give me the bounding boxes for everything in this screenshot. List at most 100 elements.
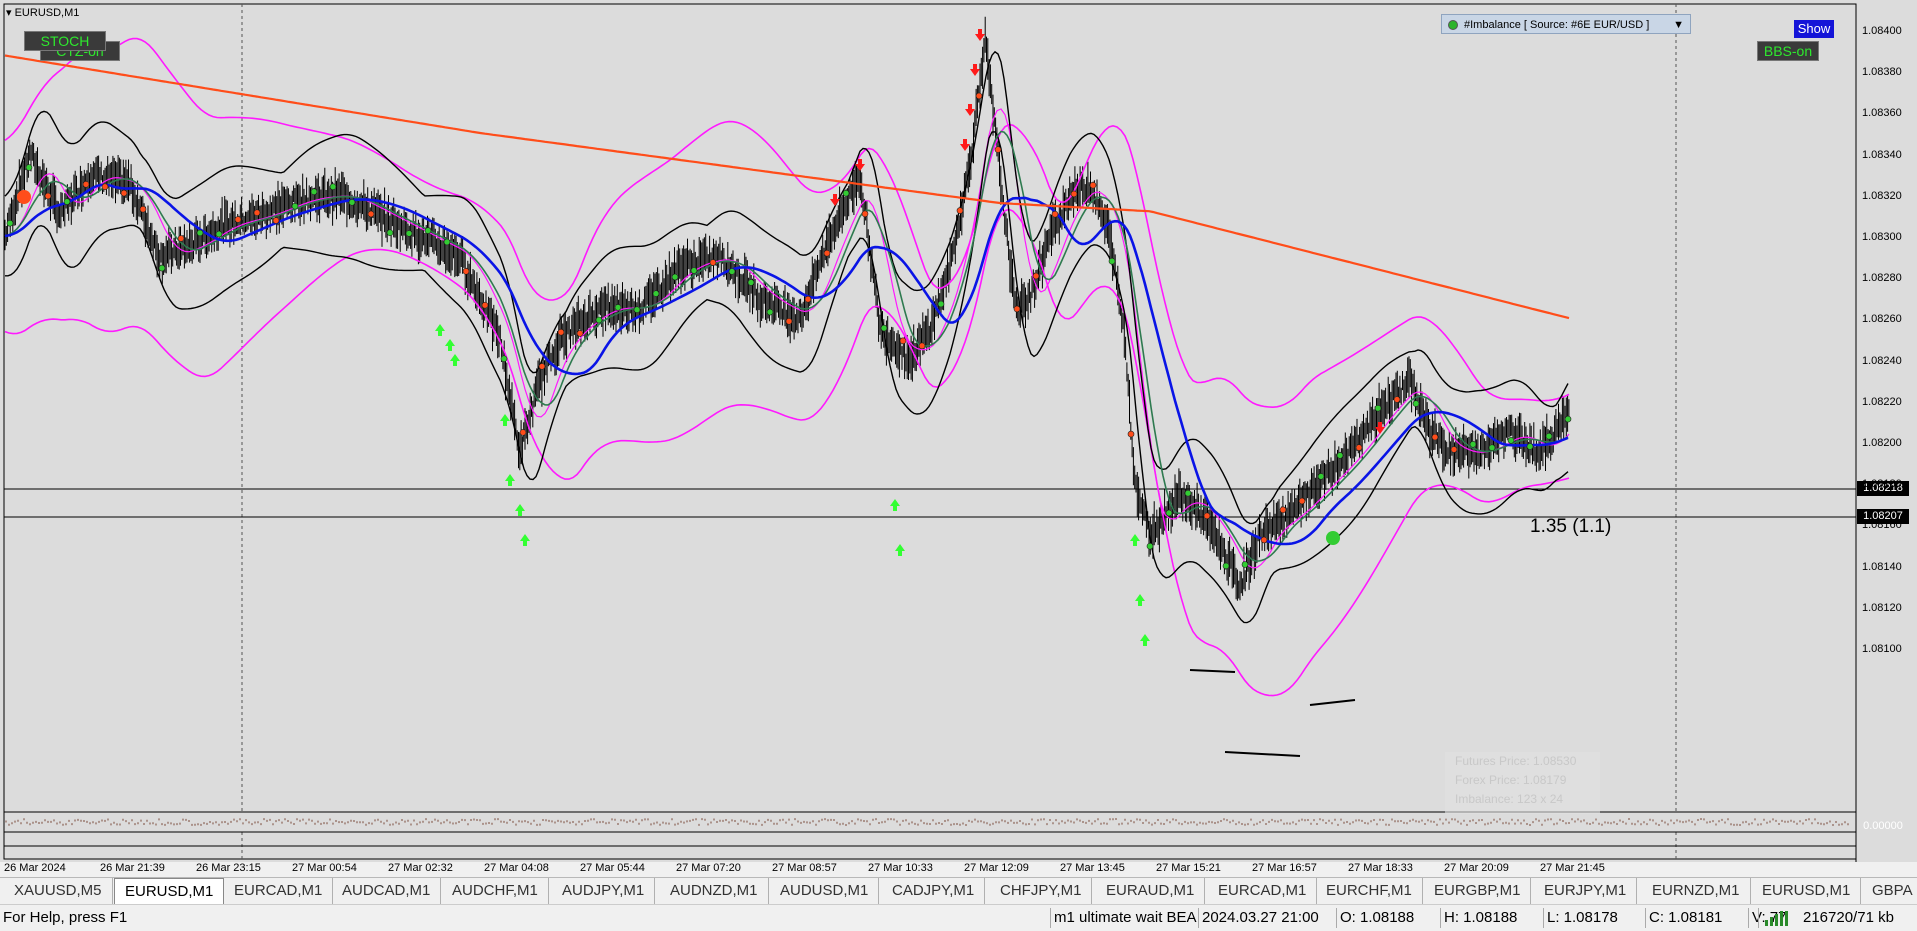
chart-area[interactable]: ▾ EURUSD,M1 CTZ-on STOCH #Imbalance [ So… bbox=[0, 0, 1917, 874]
symbol-tab[interactable]: EURUSD,M1 bbox=[114, 878, 225, 905]
price-axis-label: 1.08220 bbox=[1862, 395, 1902, 408]
signal-dot bbox=[1203, 512, 1211, 520]
signal-dot bbox=[1564, 415, 1572, 423]
symbol-tab[interactable]: GBPA bbox=[1862, 878, 1917, 904]
signal-dot bbox=[804, 295, 812, 303]
symbol-tab[interactable]: CADJPY,M1 bbox=[882, 878, 986, 904]
symbol-tab[interactable]: EURGBP,M1 bbox=[1424, 878, 1532, 904]
price-bars bbox=[4, 16, 1570, 601]
signal-dot bbox=[975, 92, 983, 100]
time-axis-label: 27 Mar 00:54 bbox=[292, 862, 357, 874]
time-axis-label: 27 Mar 20:09 bbox=[1444, 862, 1509, 874]
symbol-tab[interactable]: XAUUSD,M5 bbox=[4, 878, 113, 904]
symbol-label: ▾ EURUSD,M1 bbox=[6, 7, 80, 19]
buy-arrow-icon bbox=[515, 504, 525, 516]
signal-dot bbox=[158, 264, 166, 272]
signal-dot bbox=[823, 249, 831, 257]
signal-dot bbox=[785, 317, 793, 325]
signal-dot bbox=[937, 300, 945, 308]
symbol-tab[interactable]: AUDUSD,M1 bbox=[770, 878, 880, 904]
signal-dot bbox=[139, 205, 147, 213]
signal-dot bbox=[671, 273, 679, 281]
inner-band-lower bbox=[5, 131, 1569, 624]
signal-dot bbox=[1013, 305, 1021, 313]
bbs-button[interactable]: BBS-on bbox=[1757, 41, 1819, 61]
sell-arrow-icon bbox=[960, 139, 970, 151]
signal-dot bbox=[614, 304, 622, 311]
signal-dot bbox=[1241, 561, 1249, 568]
signal-dot bbox=[538, 363, 546, 370]
buy-arrow-icon bbox=[520, 534, 530, 546]
buy-arrow-icon bbox=[1140, 634, 1150, 646]
time-axis-label: 26 Mar 21:39 bbox=[100, 862, 165, 874]
symbol-tab[interactable]: EURNZD,M1 bbox=[1642, 878, 1751, 904]
stoch-button[interactable]: STOCH bbox=[24, 31, 106, 51]
time-axis-label: 27 Mar 05:44 bbox=[580, 862, 645, 874]
symbol-tab[interactable]: AUDCAD,M1 bbox=[332, 878, 442, 904]
imbalance-dropdown[interactable]: #Imbalance [ Source: #6E EUR/USD ] ▼ bbox=[1441, 14, 1691, 34]
signal-dot bbox=[6, 219, 14, 227]
signal-dot bbox=[348, 199, 356, 206]
time-axis-label: 27 Mar 12:09 bbox=[964, 862, 1029, 874]
signal-dot bbox=[215, 230, 223, 238]
time-axis-label: 27 Mar 10:33 bbox=[868, 862, 933, 874]
signal-dot bbox=[500, 355, 508, 363]
symbol-tab[interactable]: EURUSD,M1 bbox=[1752, 878, 1862, 904]
signal-dot bbox=[690, 267, 698, 274]
signal-dot bbox=[519, 429, 527, 436]
buy-arrow-icon bbox=[890, 499, 900, 511]
signal-dot bbox=[1298, 497, 1306, 505]
buy-arrow-icon bbox=[450, 354, 460, 366]
signal-dot bbox=[310, 188, 318, 195]
signal-dot bbox=[861, 210, 869, 218]
collapse-icon[interactable]: ▾ bbox=[6, 7, 12, 19]
signal-dot bbox=[956, 207, 964, 214]
signal-dot bbox=[1127, 430, 1135, 438]
time-axis-label: 27 Mar 07:20 bbox=[676, 862, 741, 874]
symbol-tab[interactable]: AUDCHF,M1 bbox=[442, 878, 549, 904]
ratio-label: 1.35 (1.1) bbox=[1530, 516, 1612, 537]
signal-dot bbox=[291, 202, 299, 210]
time-axis-label: 27 Mar 16:57 bbox=[1252, 862, 1317, 874]
signal-dot bbox=[367, 210, 375, 218]
bollinger-middle bbox=[4, 108, 1570, 569]
symbol-tab[interactable]: EURCAD,M1 bbox=[224, 878, 334, 904]
chart-frame bbox=[3, 3, 1857, 860]
price-axis-label: 1.08240 bbox=[1862, 354, 1902, 367]
chevron-down-icon[interactable]: ▼ bbox=[1673, 15, 1684, 35]
price-axis-label: 1.08360 bbox=[1862, 107, 1902, 120]
signal-dot bbox=[1222, 562, 1230, 570]
price-axis-label: 1.08380 bbox=[1862, 66, 1902, 79]
signal-dot bbox=[177, 235, 185, 242]
price-chart[interactable] bbox=[0, 0, 1917, 862]
show-button[interactable]: Show bbox=[1794, 20, 1834, 38]
price-axis-label: 1.08300 bbox=[1862, 231, 1902, 243]
inner-band-upper bbox=[4, 50, 1569, 525]
signal-dot bbox=[120, 189, 128, 197]
signal-dot bbox=[1488, 444, 1496, 452]
sell-arrow-icon bbox=[830, 194, 840, 206]
symbol-tab[interactable]: EURJPY,M1 bbox=[1534, 878, 1638, 904]
time-axis-label: 27 Mar 04:08 bbox=[484, 862, 549, 874]
symbol-tab[interactable]: EURCHF,M1 bbox=[1316, 878, 1423, 904]
symbol-tab[interactable]: EURCAD,M1 bbox=[1208, 878, 1318, 904]
signal-dot bbox=[1260, 536, 1268, 544]
signal-dot bbox=[443, 238, 451, 246]
signal-dot bbox=[1469, 440, 1477, 448]
symbol-tab[interactable]: AUDJPY,M1 bbox=[552, 878, 656, 904]
buy-arrow-icon bbox=[895, 544, 905, 556]
signal-dot bbox=[234, 216, 242, 223]
price-axis-label: 1.08400 bbox=[1862, 25, 1902, 37]
signal-dot bbox=[766, 308, 774, 316]
symbol-tab[interactable]: AUDNZD,M1 bbox=[660, 878, 769, 904]
signal-dot bbox=[196, 229, 204, 237]
symbol-tab[interactable]: EURAUD,M1 bbox=[1096, 878, 1206, 904]
signal-dot bbox=[1393, 396, 1401, 403]
signal-dot bbox=[899, 337, 907, 345]
profile-name: m1 ultimate wait BEA bbox=[1054, 909, 1197, 926]
bar-close: C: 1.08181 bbox=[1649, 909, 1723, 926]
symbol-tab[interactable]: CHFJPY,M1 bbox=[990, 878, 1093, 904]
signal-dot bbox=[576, 330, 584, 337]
signal-dot bbox=[329, 183, 337, 190]
signal-dot bbox=[272, 217, 280, 224]
